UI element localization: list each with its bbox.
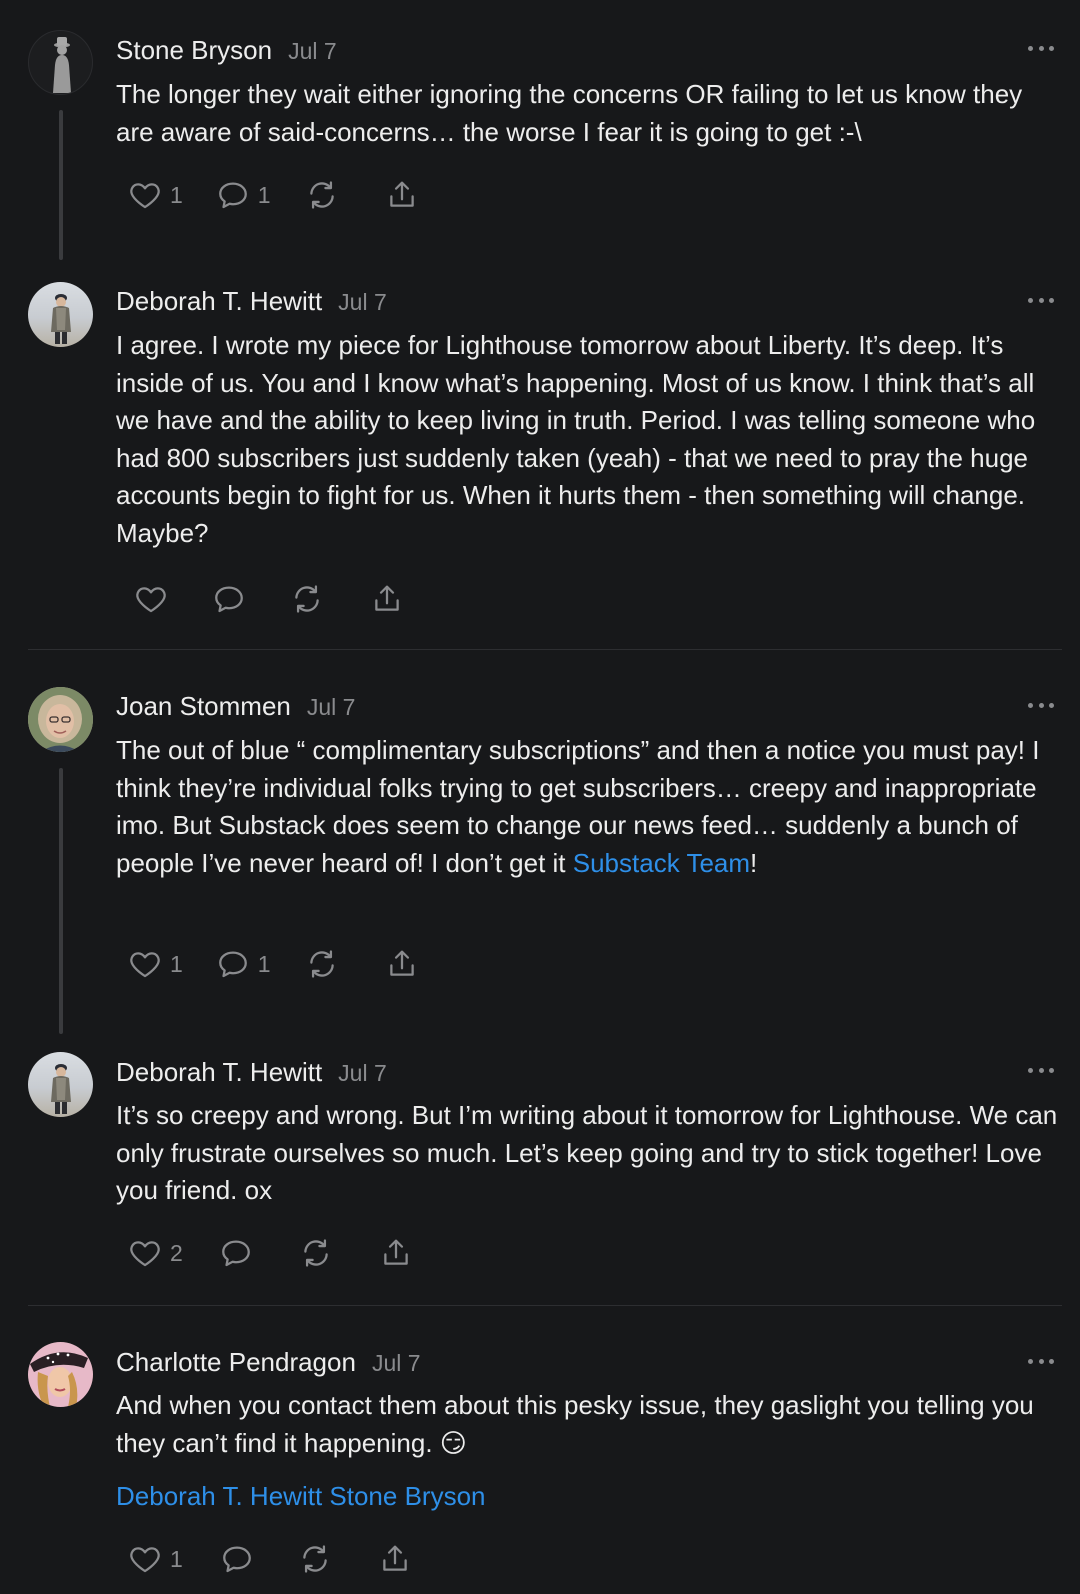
author-name[interactable]: Stone Bryson <box>116 35 272 65</box>
mention-link[interactable]: Substack Team <box>573 848 750 878</box>
like-count: 1 <box>170 181 183 208</box>
heart-icon <box>128 1236 162 1270</box>
mention-row: Deborah T. Hewitt Stone Bryson <box>116 1478 1062 1516</box>
thread-line <box>59 768 63 1034</box>
share-icon <box>378 1542 412 1576</box>
more-icon[interactable] <box>1028 44 1054 52</box>
share-icon <box>385 947 419 981</box>
restack-button[interactable] <box>290 582 324 616</box>
reply-count: 1 <box>257 950 271 977</box>
comment-text: And when you contact them about this pes… <box>116 1390 1034 1458</box>
comment-icon <box>220 1542 254 1576</box>
more-icon[interactable] <box>1028 701 1054 709</box>
author-name[interactable]: Joan Stommen <box>116 691 291 721</box>
share-button[interactable] <box>378 1542 412 1576</box>
reply-count: 1 <box>257 181 271 208</box>
comment-text: It’s so creepy and wrong. But I’m writin… <box>116 1100 1058 1206</box>
author-name[interactable]: Charlotte Pendragon <box>116 1347 356 1377</box>
comment-header: Deborah T. Hewitt Jul 7 <box>116 286 387 317</box>
comment-text: The longer they wait either ignoring the… <box>116 79 1023 147</box>
restack-icon <box>298 1542 332 1576</box>
comment-header: Joan Stommen Jul 7 <box>116 691 355 722</box>
heart-icon <box>128 178 162 212</box>
like-button[interactable]: 1 <box>128 178 183 212</box>
comment-date: Jul 7 <box>306 694 356 720</box>
share-icon <box>385 178 419 212</box>
reply-button[interactable]: 1 <box>216 947 271 981</box>
comment-icon <box>219 1236 253 1270</box>
restack-button[interactable] <box>305 178 339 212</box>
restack-icon <box>305 947 339 981</box>
avatar[interactable] <box>28 282 93 347</box>
comment-text-suffix: ! <box>750 847 758 878</box>
author-name[interactable]: Deborah T. Hewitt <box>116 1057 322 1087</box>
comment-icon <box>216 178 250 212</box>
reply-button[interactable] <box>212 582 246 616</box>
comment-header: Deborah T. Hewitt Jul 7 <box>116 1057 387 1088</box>
like-button[interactable]: 1 <box>128 1542 183 1576</box>
comment-header: Charlotte Pendragon Jul 7 <box>116 1347 421 1378</box>
share-button[interactable] <box>385 178 419 212</box>
comment-actions: 1 1 <box>128 946 419 982</box>
comment-date: Jul 7 <box>338 1060 387 1086</box>
comment-actions: 1 <box>128 1541 412 1577</box>
share-button[interactable] <box>385 947 419 981</box>
comment-icon <box>212 582 246 616</box>
comment-date: Jul 7 <box>371 1350 421 1376</box>
avatar[interactable] <box>28 30 93 95</box>
more-icon[interactable] <box>1028 1357 1054 1365</box>
reply-button[interactable] <box>219 1236 253 1270</box>
share-button[interactable] <box>370 582 404 616</box>
like-button[interactable] <box>134 582 168 616</box>
restack-button[interactable] <box>305 947 339 981</box>
like-count: 1 <box>170 1545 183 1572</box>
avatar[interactable] <box>28 1342 93 1407</box>
reply-button[interactable] <box>220 1542 254 1576</box>
like-count: 1 <box>170 950 183 977</box>
restack-icon <box>305 178 339 212</box>
restack-icon <box>299 1236 333 1270</box>
like-count: 2 <box>170 1239 183 1266</box>
share-button[interactable] <box>379 1236 413 1270</box>
thread-divider <box>28 649 1062 650</box>
comment-date: Jul 7 <box>338 289 387 315</box>
comment-date: Jul 7 <box>288 38 337 64</box>
heart-icon <box>128 947 162 981</box>
comment-actions <box>134 581 404 617</box>
mention-link[interactable]: Stone Bryson <box>329 1481 485 1511</box>
share-icon <box>370 582 404 616</box>
comment-icon <box>216 947 250 981</box>
avatar[interactable] <box>28 1052 93 1117</box>
comment-actions: 2 <box>128 1235 413 1271</box>
heart-icon <box>134 582 168 616</box>
heart-icon <box>128 1542 162 1576</box>
avatar[interactable] <box>28 687 93 752</box>
comment-text: The out of blue “ complimentary subscrip… <box>116 732 1062 882</box>
restack-button[interactable] <box>298 1542 332 1576</box>
author-name[interactable]: Deborah T. Hewitt <box>116 286 322 316</box>
share-icon <box>379 1236 413 1270</box>
comment-header: Stone Bryson Jul 7 <box>116 35 337 66</box>
comment-text: I agree. I wrote my piece for Lighthouse… <box>116 330 1036 548</box>
more-icon[interactable] <box>1028 296 1054 304</box>
mention-link[interactable]: Deborah T. Hewitt <box>116 1481 322 1511</box>
like-button[interactable]: 1 <box>128 947 183 981</box>
more-icon[interactable] <box>1028 1066 1054 1074</box>
like-button[interactable]: 2 <box>128 1236 183 1270</box>
comment-actions: 1 1 <box>128 177 419 213</box>
restack-icon <box>290 582 324 616</box>
reply-button[interactable]: 1 <box>216 178 271 212</box>
thread-line <box>59 110 63 260</box>
restack-button[interactable] <box>299 1236 333 1270</box>
thread-divider <box>28 1305 1062 1306</box>
